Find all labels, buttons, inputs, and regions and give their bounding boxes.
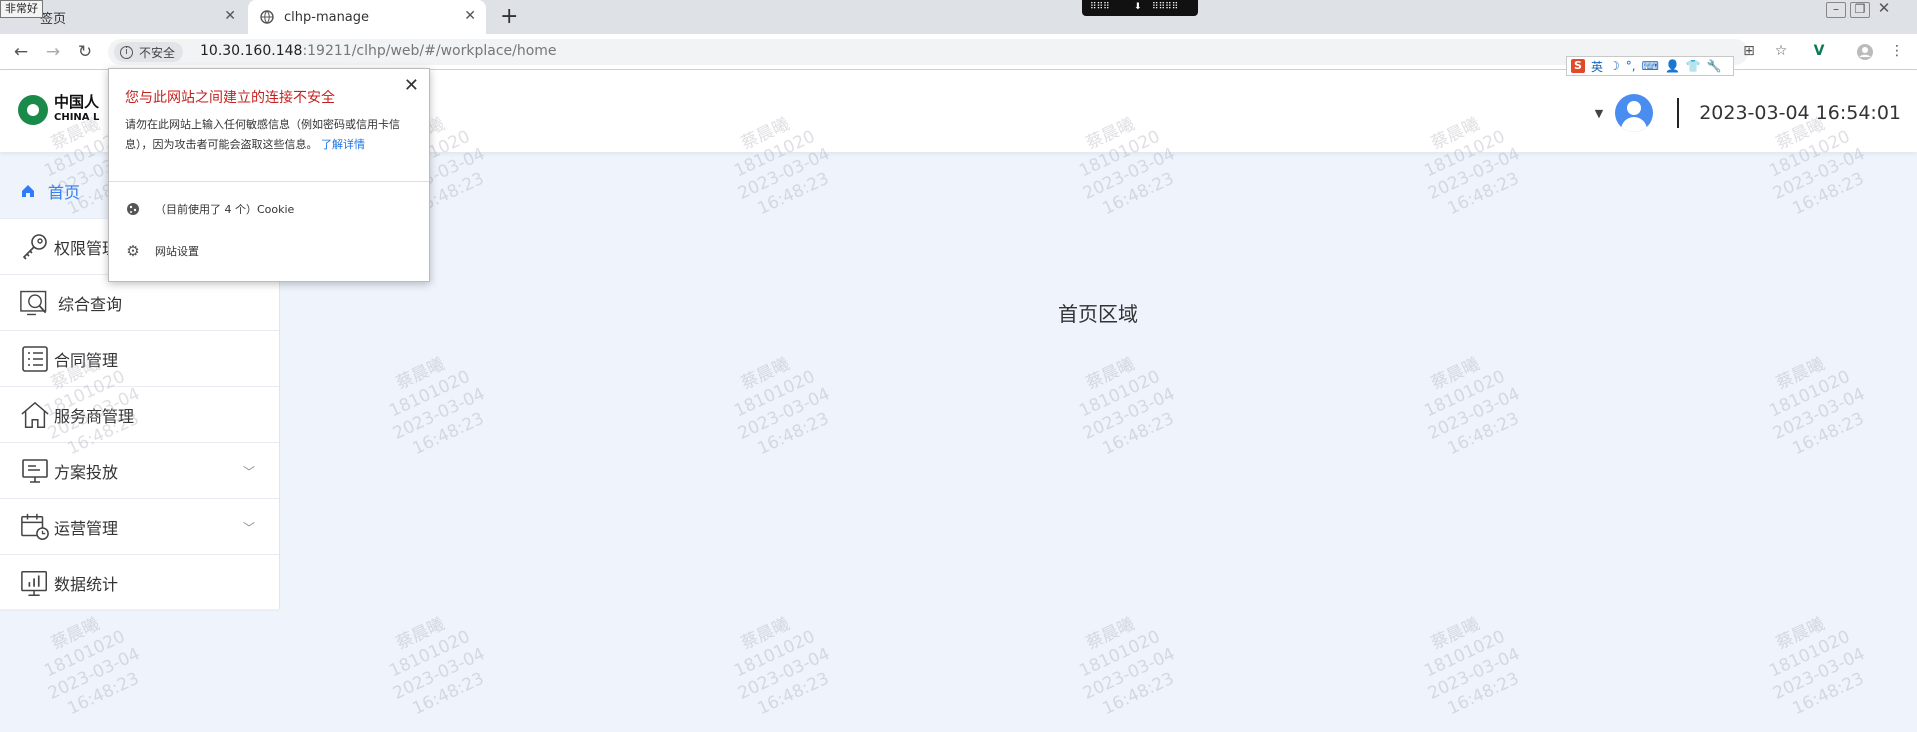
chart-icon: [20, 568, 50, 598]
close-icon[interactable]: ✕: [464, 8, 476, 24]
company-logo[interactable]: 中国人 CHINA L: [18, 94, 99, 126]
current-datetime: 2023-03-04 16:54:01: [1699, 102, 1901, 124]
watermark: 蔡晨曦181010202023-03-0416:48:23: [41, 614, 144, 720]
sidebar-item-plans[interactable]: 方案投放 ﹀: [0, 443, 279, 499]
watermark: 蔡晨曦181010202023-03-0416:48:23: [386, 354, 489, 460]
sidebar-item-label: 方案投放: [54, 462, 119, 482]
ime-status-bar[interactable]: S 英 ☽ °, ⌨ 👤 👕 🔧: [1566, 56, 1734, 76]
profile-icon[interactable]: [1856, 43, 1874, 61]
url-text[interactable]: 10.30.160.148:19211/clhp/web/#/workplace…: [200, 43, 557, 59]
user-icon[interactable]: 👤: [1665, 59, 1680, 73]
main-title: 首页区域: [1058, 302, 1138, 326]
browser-tab-bar: 非常好 签页 ✕ clhp-manage ✕ + ⠿⠿⠿ ⬇ ⠿⠿⠿⠿ – ❐ ✕: [0, 0, 1917, 34]
chevron-down-icon[interactable]: ﹀: [243, 519, 255, 536]
watermark: 蔡晨曦181010202023-03-0416:48:23: [1076, 614, 1179, 720]
skin-icon[interactable]: 👕: [1686, 59, 1701, 73]
site-settings-row[interactable]: ⚙ 网站设置: [125, 242, 199, 260]
menu-icon[interactable]: ⋮: [1888, 43, 1906, 61]
watermark: 蔡晨曦181010202023-03-0416:48:23: [731, 354, 834, 460]
gear-icon: ⚙: [126, 242, 140, 260]
vue-devtools-icon[interactable]: V: [1810, 43, 1828, 61]
avatar[interactable]: [1615, 94, 1654, 132]
sidebar-item-label: 综合查询: [58, 294, 123, 314]
security-popup: 您与此网站之间建立的连接不安全 ✕ 请勿在此网站上输入任何敏感信息（例如密码或信…: [108, 68, 430, 282]
sidebar-item-contracts[interactable]: 合同管理: [0, 331, 279, 387]
popup-title: 您与此网站之间建立的连接不安全: [125, 90, 335, 106]
globe-icon: [260, 10, 274, 24]
search-monitor-icon: [20, 288, 50, 318]
star-icon[interactable]: ☆: [1772, 43, 1790, 61]
cookie-label: （目前使用了 4 个）Cookie: [155, 203, 295, 216]
monitor-icon: [20, 456, 50, 486]
cookie-row[interactable]: （目前使用了 4 个）Cookie: [125, 201, 294, 217]
sidebar-item-label: 合同管理: [54, 350, 119, 370]
cookie-icon: [125, 201, 141, 217]
tab-label: clhp-manage: [284, 9, 370, 25]
tools-icon[interactable]: 🔧: [1707, 59, 1722, 73]
ime-lang[interactable]: 英: [1591, 58, 1603, 75]
logo-mark: [18, 95, 48, 125]
info-icon: i: [120, 45, 133, 59]
list-icon: [20, 344, 50, 374]
punctuation-icon[interactable]: °,: [1626, 59, 1636, 73]
logo-en: CHINA L: [54, 112, 100, 123]
watermark: 蔡晨曦181010202023-03-0416:48:23: [731, 614, 834, 720]
watermark: 蔡晨曦181010202023-03-0416:48:23: [386, 614, 489, 720]
keyboard-icon[interactable]: ⌨: [1642, 59, 1659, 73]
omnibox[interactable]: i 不安全 10.30.160.148:19211/clhp/web/#/wor…: [108, 39, 1748, 65]
url-path: :19211/clhp/web/#/workplace/home: [302, 43, 557, 59]
security-chip[interactable]: i 不安全: [114, 42, 184, 62]
window-close-icon[interactable]: ✕: [1874, 1, 1894, 18]
url-host: 10.30.160.148: [200, 43, 303, 59]
watermark: 蔡晨曦181010202023-03-0416:48:23: [1766, 354, 1869, 460]
calendar-clock-icon: [20, 512, 50, 542]
site-settings-label: 网站设置: [155, 245, 199, 258]
chevron-down-icon[interactable]: ﹀: [243, 463, 255, 480]
logo-text: 中国人 CHINA L: [54, 94, 99, 126]
divider: [109, 181, 429, 182]
watermark: 蔡晨曦181010202023-03-0416:48:23: [1421, 614, 1524, 720]
sidebar-item-statistics[interactable]: 数据统计: [0, 555, 279, 611]
sidebar-item-providers[interactable]: 服务商管理: [0, 387, 279, 443]
house-icon: [20, 400, 50, 430]
sidebar-item-label: 首页: [48, 182, 81, 202]
key-icon: [20, 232, 50, 262]
translate-icon[interactable]: ⊞: [1740, 43, 1758, 61]
sogou-icon: S: [1571, 59, 1585, 73]
sidebar-item-query[interactable]: 综合查询: [0, 275, 279, 331]
minimize-icon[interactable]: –: [1826, 2, 1846, 18]
close-icon[interactable]: ✕: [404, 75, 419, 96]
watermark: 蔡晨曦181010202023-03-0416:48:23: [1766, 614, 1869, 720]
forward-icon[interactable]: →: [42, 41, 64, 63]
chevron-down-icon[interactable]: ▼: [1595, 107, 1603, 120]
popup-body: 请勿在此网站上输入任何敏感信息（例如密码或信用卡信息），因为攻击者可能会盗取这些…: [125, 115, 425, 155]
restore-icon[interactable]: ❐: [1850, 2, 1870, 18]
sidebar-item-label: 服务商管理: [54, 406, 135, 426]
back-icon[interactable]: ←: [10, 41, 32, 63]
learn-more-link[interactable]: 了解详情: [321, 138, 365, 151]
bookmark-label[interactable]: 非常好: [0, 0, 43, 18]
reload-icon[interactable]: ↻: [74, 41, 96, 63]
tab-active[interactable]: clhp-manage ✕: [248, 0, 486, 34]
watermark: 蔡晨曦181010202023-03-0416:48:23: [1421, 354, 1524, 460]
sidebar-item-operations[interactable]: 运营管理 ﹀: [0, 499, 279, 555]
user-area: ▼ 2023-03-04 16:54:01: [1595, 94, 1901, 132]
tab-label: 签页: [40, 11, 67, 27]
sidebar-item-label: 运营管理: [54, 518, 119, 538]
logo-cn: 中国人: [54, 93, 100, 111]
close-icon[interactable]: ✕: [224, 8, 236, 24]
new-tab-icon[interactable]: +: [500, 4, 518, 29]
moon-icon[interactable]: ☽: [1609, 59, 1620, 73]
ime-toolbar[interactable]: ⠿⠿⠿ ⬇ ⠿⠿⠿⠿: [1082, 0, 1198, 16]
sidebar-item-label: 数据统计: [54, 574, 119, 594]
watermark: 蔡晨曦181010202023-03-0416:48:23: [1076, 354, 1179, 460]
divider: [1677, 98, 1680, 128]
security-label: 不安全: [139, 45, 176, 60]
home-icon: [20, 183, 36, 199]
